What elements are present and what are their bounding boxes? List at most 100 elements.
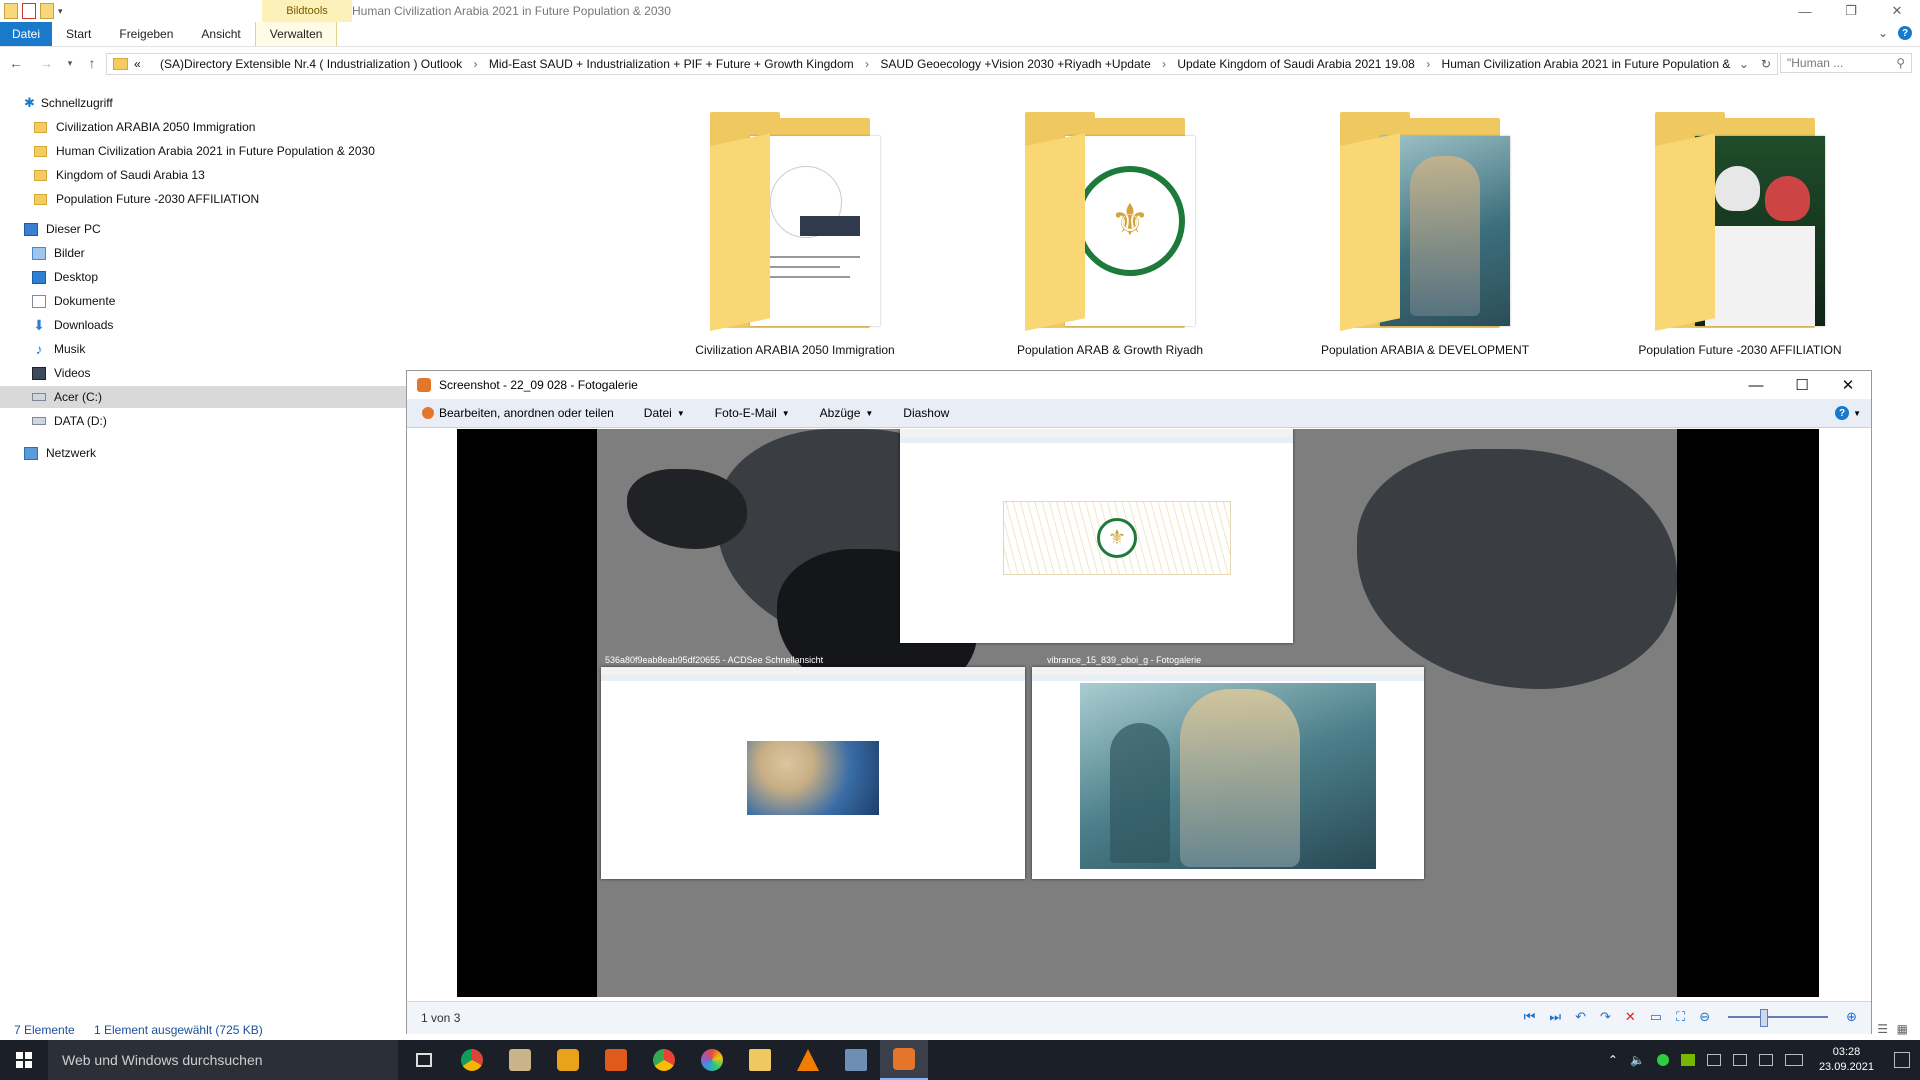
tab-manage[interactable]: Verwalten: [254, 22, 338, 46]
minimize-button[interactable]: —: [1733, 371, 1779, 399]
folder-icon: [34, 145, 47, 157]
sidebar-item-network[interactable]: Netzwerk: [24, 442, 96, 464]
volume-icon[interactable]: 🔈: [1630, 1053, 1645, 1067]
sidebar-item-documents[interactable]: Dokumente: [32, 290, 115, 312]
clock[interactable]: 03:28 23.09.2021: [1819, 1045, 1874, 1075]
taskbar-app-folder[interactable]: [496, 1040, 544, 1080]
taskbar-search-input[interactable]: Web und Windows durchsuchen: [48, 1040, 398, 1080]
app-icon: [509, 1049, 531, 1071]
close-button[interactable]: ✕: [1825, 371, 1871, 399]
file-tile[interactable]: Civilization ARABIA 2050 Immigration: [645, 110, 945, 365]
taskbar-app-explorer[interactable]: [736, 1040, 784, 1080]
restore-button[interactable]: ❐: [1828, 0, 1874, 22]
sidebar-item-drive-c[interactable]: Acer (C:): [0, 386, 420, 408]
tab-view[interactable]: Ansicht: [187, 22, 254, 46]
help-menu[interactable]: ? ▼: [1835, 406, 1861, 420]
file-tile[interactable]: ⚜ Population ARAB & Growth Riyadh: [960, 110, 1260, 365]
breadcrumb-item[interactable]: (SA)Directory Extensible Nr.4 ( Industri…: [160, 57, 462, 71]
task-view-button[interactable]: [400, 1040, 448, 1080]
refresh-icon[interactable]: ↻: [1761, 57, 1771, 71]
breadcrumb-item[interactable]: SAUD Geoecology +Vision 2030 +Riyadh +Up…: [880, 57, 1150, 71]
sidebar-item-drive-d[interactable]: DATA (D:): [32, 410, 107, 432]
taskbar-app-photo-gallery[interactable]: [880, 1040, 928, 1080]
breadcrumb-overflow[interactable]: «: [134, 57, 141, 71]
tab-share[interactable]: Freigeben: [105, 22, 187, 46]
folder-icon: [34, 121, 47, 133]
details-view-icon[interactable]: ☰: [1877, 1022, 1888, 1036]
sidebar-item-label: Dokumente: [54, 294, 116, 308]
chevron-right-icon[interactable]: ›: [1162, 57, 1166, 71]
nvidia-icon[interactable]: [1680, 1054, 1695, 1066]
forward-arrow-icon[interactable]: →: [36, 54, 56, 72]
sidebar-item-folder[interactable]: Human Civilization Arabia 2021 in Future…: [34, 140, 375, 162]
sidebar-item-videos[interactable]: Videos: [32, 362, 90, 384]
notifications-icon[interactable]: [1758, 1054, 1773, 1066]
taskbar-app-browser[interactable]: [640, 1040, 688, 1080]
chevron-down-icon[interactable]: ⌄: [1878, 26, 1888, 40]
gallery-titlebar: Screenshot - 22_09 028 - Fotogalerie: [407, 371, 1871, 399]
sidebar-item-folder[interactable]: Kingdom of Saudi Arabia 13: [34, 164, 205, 186]
chevron-up-icon[interactable]: ⌃: [1608, 1053, 1618, 1067]
chevron-right-icon[interactable]: ›: [865, 57, 869, 71]
search-input[interactable]: "Human ... ⚲: [1780, 53, 1912, 73]
menu-edit-organize-share[interactable]: Bearbeiten, anordnen oder teilen: [407, 406, 629, 420]
photo-gallery-icon: [422, 407, 434, 419]
minimize-button[interactable]: —: [1782, 0, 1828, 22]
properties-icon[interactable]: [22, 3, 36, 19]
address-bar[interactable]: « (SA)Directory Extensible Nr.4 ( Indust…: [106, 53, 1778, 75]
up-arrow-icon[interactable]: ↑: [82, 54, 102, 72]
menu-photo-email[interactable]: Foto-E-Mail ▼: [700, 406, 805, 420]
new-folder-icon[interactable]: [40, 3, 54, 19]
chrome-icon: [461, 1049, 483, 1071]
taskbar-app-picasa[interactable]: [688, 1040, 736, 1080]
sidebar-item-label: Downloads: [54, 318, 114, 332]
menu-file[interactable]: Datei ▼: [629, 406, 700, 420]
action-center-icon[interactable]: [1894, 1052, 1910, 1068]
taskbar-app-shield[interactable]: [544, 1040, 592, 1080]
sidebar-item-folder[interactable]: Civilization ARABIA 2050 Immigration: [34, 116, 255, 138]
ribbon-tabs: Datei Start Freigeben Ansicht Verwalten: [0, 22, 1920, 47]
sidebar-item-this-pc[interactable]: Dieser PC: [24, 218, 101, 240]
back-arrow-icon[interactable]: ←: [6, 54, 26, 72]
chevron-down-icon[interactable]: ⌄: [1739, 57, 1749, 71]
breadcrumb-item[interactable]: Mid-East SAUD + Industrialization + PIF …: [489, 57, 854, 71]
keyboard-icon[interactable]: [1784, 1054, 1803, 1066]
tab-start[interactable]: Start: [52, 22, 105, 46]
breadcrumb-item[interactable]: Update Kingdom of Saudi Arabia 2021 19.0…: [1177, 57, 1415, 71]
chevron-right-icon[interactable]: ›: [1426, 57, 1430, 71]
breadcrumb-item[interactable]: Human Civilization Arabia 2021 in Future…: [1442, 57, 1733, 71]
sidebar-item-label: Human Civilization Arabia 2021 in Future…: [56, 144, 375, 158]
large-icons-view-icon[interactable]: ▦: [1897, 1022, 1908, 1036]
taskbar-app-image-viewer[interactable]: [832, 1040, 880, 1080]
sidebar-item-pictures[interactable]: Bilder: [32, 242, 85, 264]
maximize-button[interactable]: ☐: [1779, 371, 1825, 399]
tab-file[interactable]: Datei: [0, 22, 53, 46]
sidebar-item-folder[interactable]: Population Future -2030 AFFILIATION: [34, 188, 259, 210]
file-tile[interactable]: Population Future -2030 AFFILIATION: [1590, 110, 1890, 365]
start-button[interactable]: [0, 1040, 48, 1080]
file-tile[interactable]: Population ARABIA & DEVELOPMENT: [1275, 110, 1575, 365]
recent-locations-icon[interactable]: ▾: [60, 54, 80, 72]
battery-icon[interactable]: [1706, 1054, 1721, 1066]
zoom-slider[interactable]: [1728, 1009, 1829, 1027]
sidebar-item-quick-access[interactable]: ✱ Schnellzugriff: [24, 92, 113, 114]
close-button[interactable]: ✕: [1874, 0, 1920, 22]
sidebar-item-label: Population Future -2030 AFFILIATION: [56, 192, 260, 206]
sidebar-item-desktop[interactable]: Desktop: [32, 266, 98, 288]
menu-prints[interactable]: Abzüge ▼: [805, 406, 889, 420]
chevron-right-icon[interactable]: ›: [473, 57, 477, 71]
taskbar-app-chrome[interactable]: [448, 1040, 496, 1080]
security-icon[interactable]: [1656, 1054, 1669, 1066]
folder-icon[interactable]: [4, 3, 18, 19]
taskbar-app-vlc[interactable]: [784, 1040, 832, 1080]
taskbar-app-office[interactable]: [592, 1040, 640, 1080]
sidebar-item-music[interactable]: ♪ Musik: [32, 338, 86, 360]
help-icon[interactable]: ?: [1898, 26, 1912, 40]
network-icon[interactable]: [1732, 1054, 1747, 1066]
sidebar-item-downloads[interactable]: ⬇ Downloads: [32, 314, 113, 336]
menu-slideshow[interactable]: Diashow: [888, 406, 964, 420]
breadcrumb: « (SA)Directory Extensible Nr.4 ( Indust…: [134, 57, 1733, 71]
chevron-down-icon[interactable]: ▾: [58, 6, 63, 17]
chevron-down-icon: ▼: [781, 408, 790, 418]
app-icon: [845, 1049, 867, 1071]
